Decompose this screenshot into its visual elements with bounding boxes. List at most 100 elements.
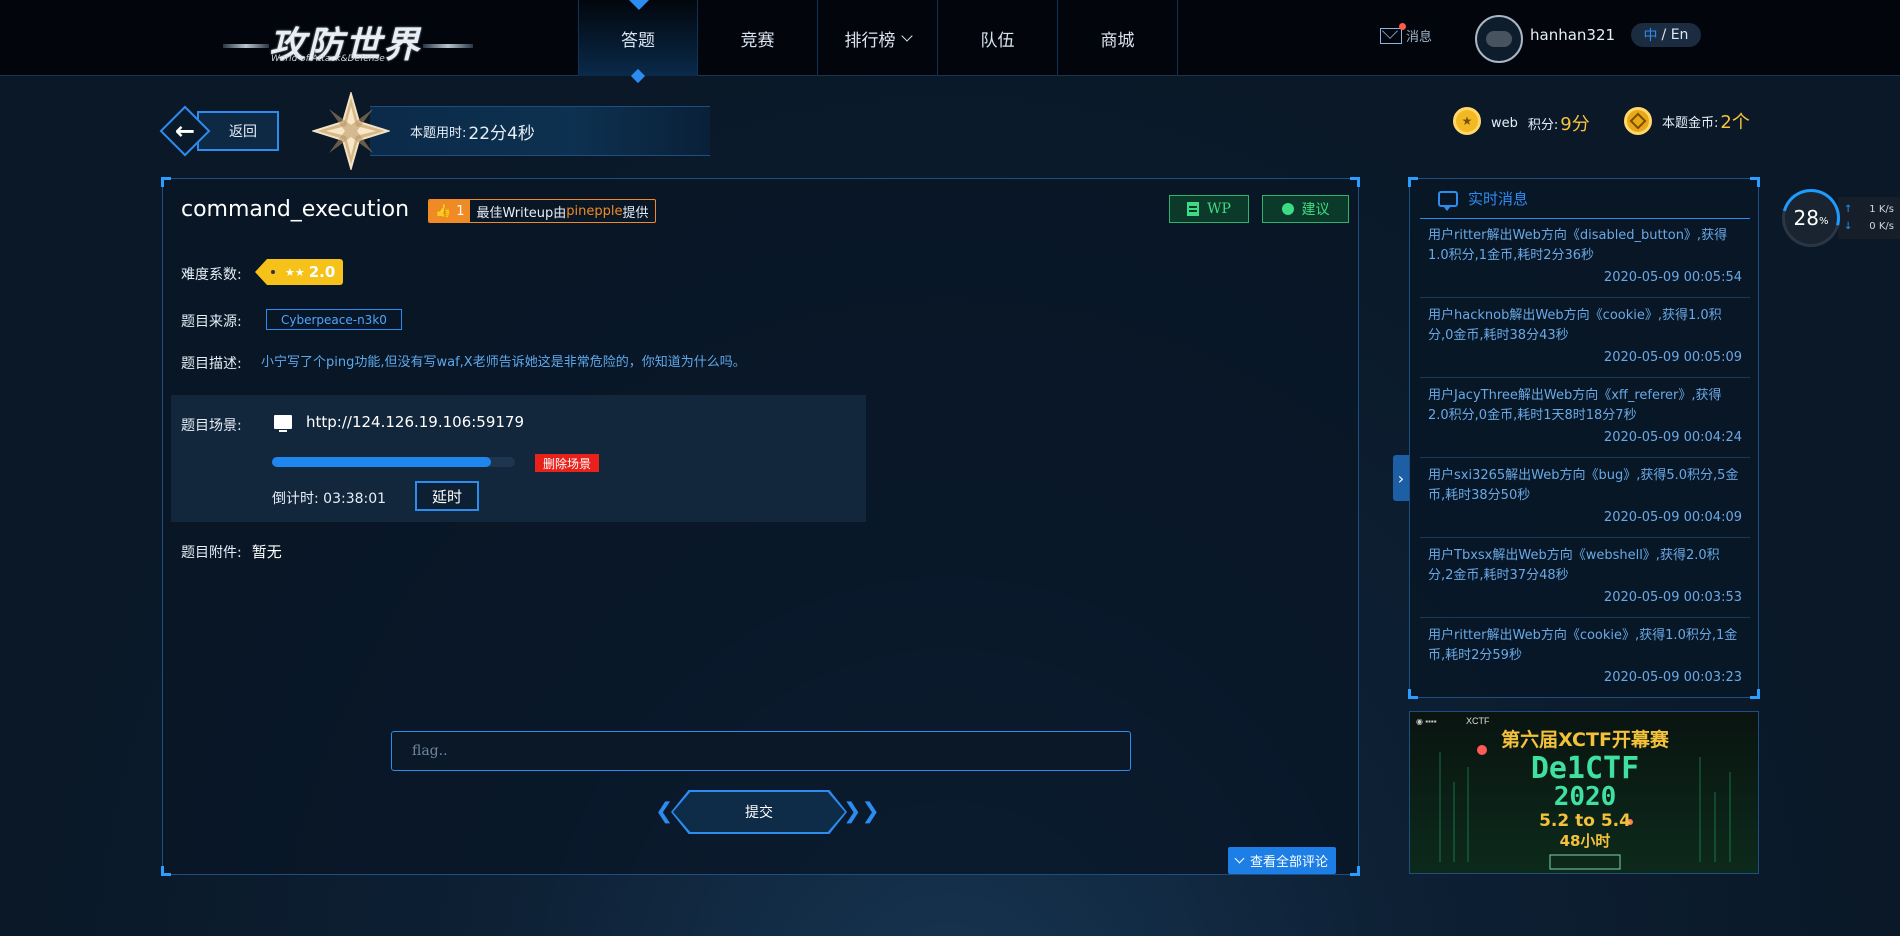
lang-zh[interactable]: 中 [1644, 25, 1658, 45]
main-nav: 答题 竞赛 排行榜 队伍 商城 [578, 0, 1178, 84]
source-label: 题目来源: [181, 314, 242, 330]
news-title: 实时消息 [1468, 190, 1529, 208]
scene-box: 题目场景: http://124.126.19.106:59179 删除场景 倒… [171, 395, 866, 522]
countdown: 倒计时: 03:38:01 [272, 488, 386, 508]
lightbulb-icon [1281, 203, 1294, 215]
attachment-label: 题目附件: [181, 545, 242, 561]
news-time: 2020-05-09 00:03:23 [1603, 670, 1742, 685]
news-header: 实时消息 [1420, 179, 1750, 219]
news-text: 用户JacyThree解出Web方向《xff_referer》,获得2.0积分,… [1428, 388, 1722, 423]
nav-label: 竞赛 [740, 30, 775, 51]
news-item: 用户JacyThree解出Web方向《xff_referer》,获得2.0积分,… [1420, 386, 1750, 458]
countdown-value: 03:38:01 [323, 491, 387, 507]
language-switch[interactable]: 中 / En [1631, 23, 1701, 47]
description-label: 题目描述: [181, 356, 242, 372]
avatar[interactable] [1475, 15, 1523, 63]
network-speed-widget[interactable]: ↑ 1 K/s ↓ 0 K/s 28% [1771, 178, 1900, 258]
view-comments-button[interactable]: 查看全部评论 [1228, 847, 1337, 874]
chevron-right-icon: › [1397, 468, 1405, 488]
messages-label: 消息 [1406, 30, 1433, 45]
writeup-text: 最佳Writeup由 pinepple 提供 [470, 200, 654, 222]
time-value: 22分4秒 [468, 123, 535, 144]
news-time: 2020-05-09 00:05:54 [1603, 270, 1742, 285]
difficulty-tag: ★★ 2.0 [254, 259, 344, 285]
news-item: 用户ritter解出Web方向《cookie》,获得1.0积分,1金币,耗时2分… [1420, 626, 1750, 698]
news-text: 用户Tbxsx解出Web方向《webshell》,获得2.0积分,2金币,耗时3… [1428, 548, 1720, 583]
news-item: 用户hacknob解出Web方向《cookie》,获得1.0积分,0金币,耗时3… [1420, 306, 1750, 378]
mail-icon [1380, 22, 1406, 44]
realtime-news: 实时消息 用户ritter解出Web方向《disabled_button》,获得… [1408, 177, 1760, 699]
messages-link[interactable]: 消息 [1380, 22, 1433, 45]
upload-unit: K/s [1878, 204, 1894, 215]
flag-input[interactable] [391, 731, 1131, 771]
delete-scene-button[interactable]: 删除场景 [535, 454, 600, 472]
nav-team[interactable]: 队伍 [938, 0, 1058, 76]
unread-dot [1399, 22, 1406, 30]
news-time: 2020-05-09 00:03:53 [1603, 590, 1742, 605]
document-icon [1187, 202, 1200, 216]
banner-brand: XCTF [1466, 716, 1490, 726]
monitor-icon [274, 415, 292, 432]
arrow-up-icon: ↑ [1844, 204, 1853, 215]
back-button[interactable]: 返回 ← [159, 105, 279, 157]
best-writeup-badge[interactable]: 👍 1 最佳Writeup由 pinepple 提供 [428, 199, 656, 223]
description-text: 小宁写了个ping功能,但没有写waf,X老师告诉她这是非常危险的，你知道为什么… [261, 355, 746, 370]
news-text: 用户ritter解出Web方向《disabled_button》,获得1.0积分… [1428, 228, 1728, 263]
nav-label: 答题 [621, 30, 655, 51]
thumbs-up-icon: 👍 1 [429, 200, 471, 222]
scene-url[interactable]: http://124.126.19.106:59179 [306, 413, 524, 431]
suggest-label: 建议 [1301, 202, 1330, 218]
chevron-down-icon [900, 29, 913, 42]
banner-dates: 5.2 to 5.4 [1539, 811, 1631, 831]
banner-graphic: ◉ ▪▪▪▪ XCTF 第六届XCTF开幕赛 De1CTF 2020 5.2 t… [1410, 712, 1758, 873]
source-tag: Cyberpeace-n3k0 [266, 309, 402, 330]
suggest-button[interactable]: 建议 [1262, 195, 1349, 223]
banner-duration: 48小时 [1560, 832, 1611, 850]
score-label: 积分: [1527, 117, 1559, 133]
submit-button[interactable]: ❮❮ 提交 ❯❯ [655, 790, 880, 834]
arrow-left-icon: ← [175, 117, 196, 145]
event-banner[interactable]: ◉ ▪▪▪▪ XCTF 第六届XCTF开幕赛 De1CTF 2020 5.2 t… [1409, 711, 1759, 874]
nav-competition[interactable]: 竞赛 [698, 0, 818, 76]
news-time: 2020-05-09 00:04:24 [1603, 430, 1742, 445]
news-text: 用户ritter解出Web方向《cookie》,获得1.0积分,1金币,耗时2分… [1428, 628, 1738, 663]
lang-en[interactable]: / En [1662, 27, 1689, 43]
difficulty-label: 难度系数: [181, 267, 242, 283]
panel-toggle-button[interactable]: › [1393, 455, 1409, 501]
avatar-image [1486, 31, 1512, 47]
nav-label: 商城 [1100, 30, 1135, 51]
scene-progress-bar [272, 457, 515, 467]
download-unit: K/s [1878, 221, 1894, 232]
difficulty-stars: ★★ [285, 265, 305, 279]
writeup-user[interactable]: pinepple [566, 204, 622, 219]
chat-icon [1438, 190, 1458, 211]
writeup-prefix: 最佳Writeup由 [476, 205, 567, 221]
chevron-down-icon [1234, 853, 1245, 864]
news-time: 2020-05-09 00:04:09 [1603, 510, 1742, 525]
comments-label: 查看全部评论 [1250, 855, 1329, 870]
scene-label: 题目场景: [181, 418, 242, 434]
submit-label: 提交 [673, 792, 845, 832]
wp-button[interactable]: WP [1169, 195, 1249, 223]
coin-icon [1624, 107, 1652, 135]
arrow-down-icon: ↓ [1844, 221, 1853, 232]
banner-name: De1CTF [1531, 751, 1639, 786]
news-text: 用户hacknob解出Web方向《cookie》,获得1.0积分,0金币,耗时3… [1428, 308, 1722, 343]
site-logo[interactable]: 攻防世界 World of Attack&Defense [223, 10, 473, 68]
nav-label: 排行榜 [844, 30, 896, 51]
banner-year: 2020 [1554, 782, 1617, 812]
chevron-right-icon: ❯❯ [843, 799, 880, 824]
writeup-count: 1 [456, 203, 465, 219]
speed-box: ↑ 1 K/s ↓ 0 K/s [1838, 197, 1900, 239]
nav-label: 队伍 [980, 30, 1015, 51]
banner-headline: 第六届XCTF开幕赛 [1501, 728, 1670, 751]
nav-answer[interactable]: 答题 [578, 0, 698, 84]
extend-button[interactable]: 延时 [415, 481, 479, 511]
scene-progress-fill [272, 457, 491, 467]
coins-value: 2个 [1720, 112, 1750, 133]
news-item: 用户sxi3265解出Web方向《bug》,获得5.0积分,5金币,耗时38分5… [1420, 466, 1750, 538]
attachment-row: 题目附件: 暂无 [181, 541, 282, 562]
username[interactable]: hanhan321 [1530, 26, 1615, 44]
nav-shop[interactable]: 商城 [1058, 0, 1178, 76]
nav-ranking[interactable]: 排行榜 [818, 0, 938, 76]
